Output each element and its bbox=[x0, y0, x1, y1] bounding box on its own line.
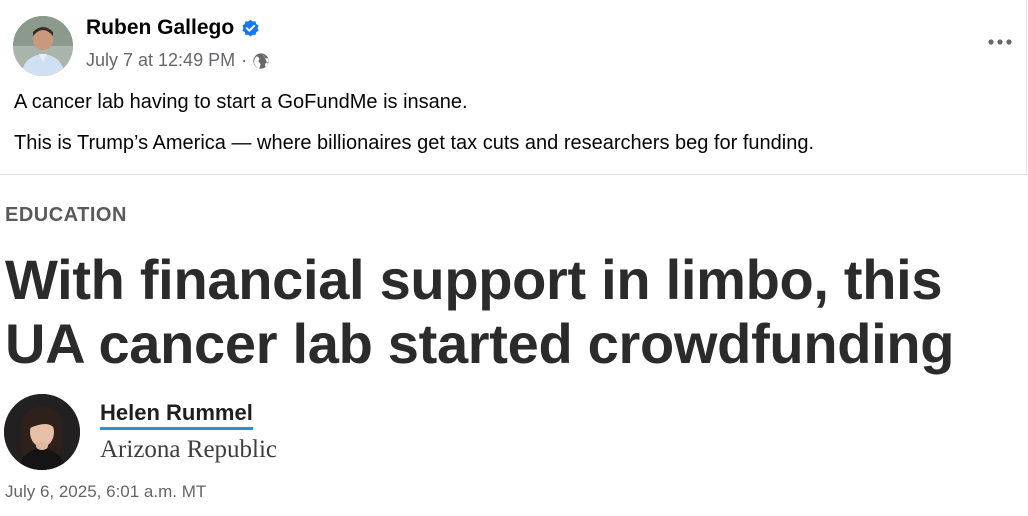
article-publication: Arizona Republic bbox=[100, 436, 278, 463]
article-section-tag[interactable]: EDUCATION bbox=[5, 204, 127, 227]
verified-badge-icon bbox=[241, 19, 260, 38]
author-avatar[interactable] bbox=[13, 16, 73, 76]
post-meta: July 7 at 12:49 PM · bbox=[86, 50, 270, 71]
post-right-border bbox=[1026, 0, 1027, 175]
post-timestamp[interactable]: July 7 at 12:49 PM bbox=[86, 50, 235, 71]
article-headline[interactable]: With financial support in limbo, this UA… bbox=[5, 248, 1025, 376]
post-header: Ruben Gallego July 7 at 12:49 PM · bbox=[0, 0, 1028, 86]
globe-icon[interactable] bbox=[252, 52, 270, 70]
post-author-name[interactable]: Ruben Gallego bbox=[86, 16, 260, 40]
article-author-photo[interactable] bbox=[4, 394, 80, 470]
post-text-line-2: This is Trump’s America — where billiona… bbox=[14, 132, 814, 154]
more-options-icon bbox=[987, 33, 1013, 51]
post-text-line-1: A cancer lab having to start a GoFundMe … bbox=[14, 91, 468, 113]
article-author-link[interactable]: Helen Rummel bbox=[100, 400, 253, 430]
meta-separator: · bbox=[241, 50, 248, 70]
facebook-post-screenshot: Ruben Gallego July 7 at 12:49 PM · A can… bbox=[0, 0, 1028, 516]
article-date: July 6, 2025, 6:01 a.m. MT bbox=[5, 482, 207, 501]
post-divider bbox=[0, 174, 1028, 175]
more-options-button[interactable] bbox=[984, 30, 1016, 54]
post-author-label[interactable]: Ruben Gallego bbox=[86, 16, 234, 40]
